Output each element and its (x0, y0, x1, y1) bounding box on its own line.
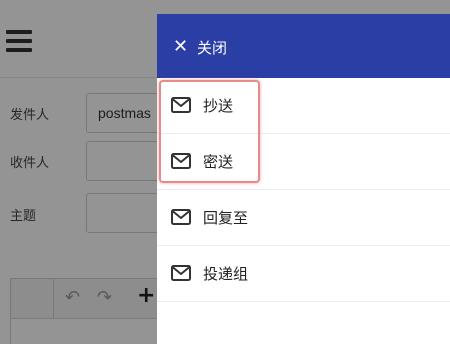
side-drawer: ✕ 关闭 抄送 密送 回复至 投递组 (157, 14, 450, 344)
drawer-header[interactable]: ✕ 关闭 (157, 14, 450, 78)
menu-item-reply-to[interactable]: 回复至 (157, 190, 450, 246)
mail-icon (171, 97, 191, 113)
menu-item-bcc[interactable]: 密送 (157, 134, 450, 190)
menu-item-label: 投递组 (203, 265, 249, 283)
close-label[interactable]: 关闭 (197, 37, 227, 58)
menu-item-label: 回复至 (203, 209, 249, 227)
mail-icon (171, 209, 191, 225)
menu-item-label: 抄送 (203, 97, 234, 115)
menu-item-delivery-group[interactable]: 投递组 (157, 246, 450, 302)
mail-icon (171, 265, 191, 281)
mail-icon (171, 153, 191, 169)
menu-item-cc[interactable]: 抄送 (157, 78, 450, 134)
menu-item-label: 密送 (203, 153, 234, 171)
close-icon[interactable]: ✕ (173, 36, 188, 57)
